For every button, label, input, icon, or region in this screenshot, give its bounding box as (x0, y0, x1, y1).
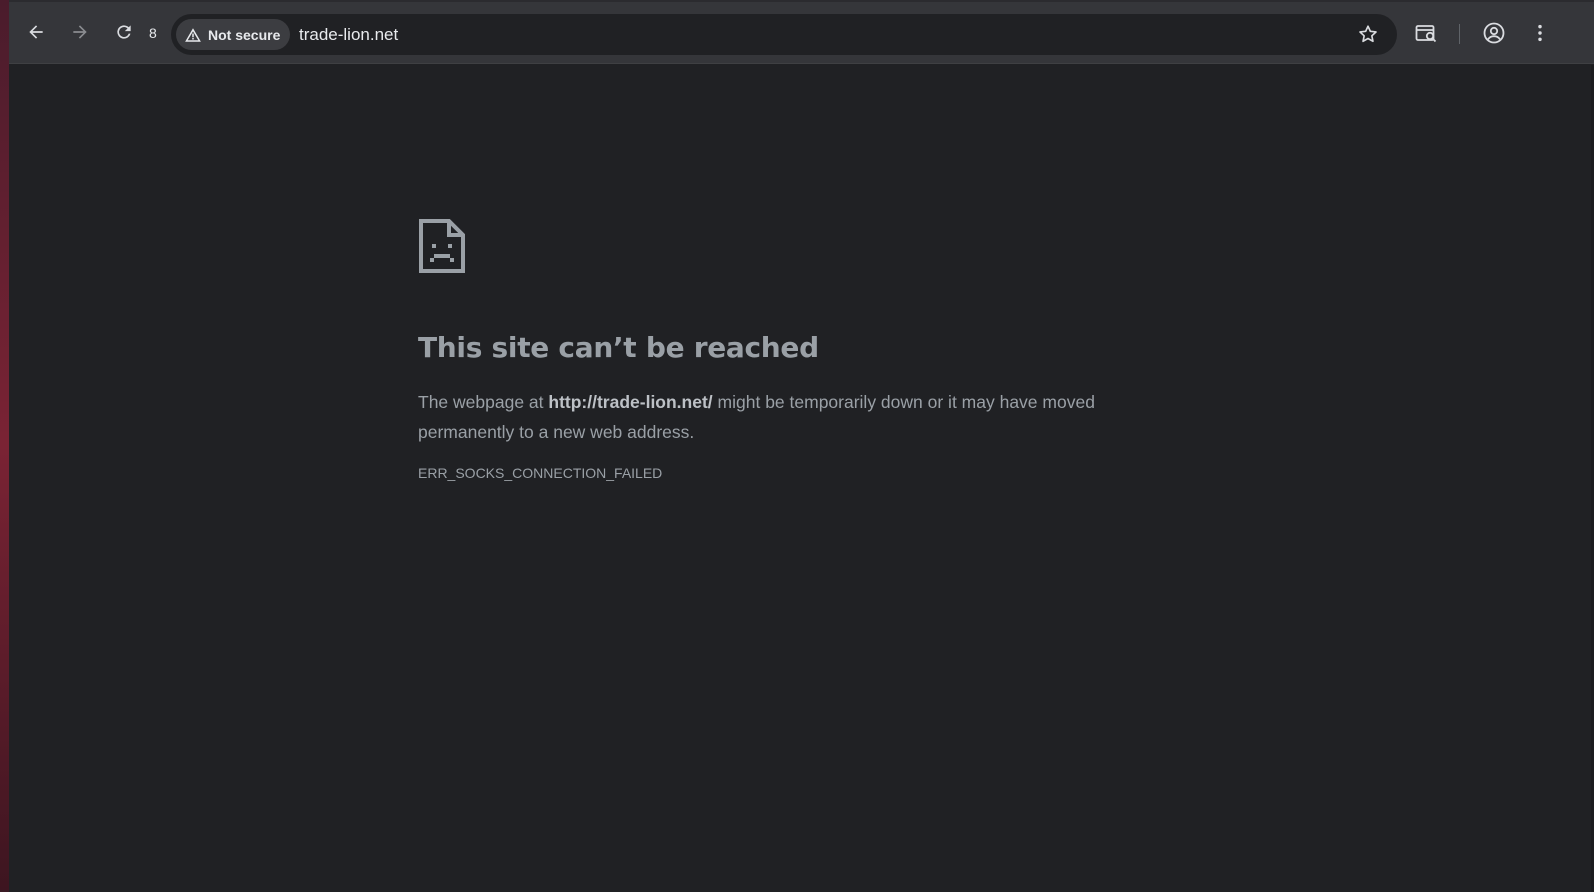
message-url: http://trade-lion.net/ (548, 392, 713, 412)
reload-icon (117, 25, 131, 39)
back-button[interactable] (23, 19, 49, 45)
error-message: The webpage at http://trade-lion.net/ mi… (418, 387, 1178, 447)
bookmark-button[interactable] (1357, 23, 1381, 47)
reload-count: 8 (149, 25, 157, 41)
menu-button[interactable] (1529, 19, 1551, 47)
security-indicator[interactable]: Not secure (176, 19, 290, 50)
arrow-right-icon (73, 25, 87, 39)
error-code: ERR_SOCKS_CONNECTION_FAILED (418, 465, 663, 481)
browser-toolbar: 8 Not secure trade-lion.net (9, 2, 1594, 64)
tab-search-icon (1415, 25, 1437, 43)
arrow-left-icon (29, 25, 43, 39)
more-vertical-icon (1538, 24, 1542, 42)
toolbar-divider (1459, 24, 1460, 44)
message-prefix: The webpage at (418, 392, 549, 412)
browser-window: 8 Not secure trade-lion.net This site ca… (9, 0, 1594, 892)
address-bar[interactable]: Not secure trade-lion.net (171, 14, 1397, 55)
sad-document-icon (419, 219, 465, 273)
profile-button[interactable] (1482, 19, 1506, 47)
account-icon (1483, 22, 1505, 44)
url-text[interactable]: trade-lion.net (299, 25, 398, 45)
desktop-background (0, 0, 9, 890)
reload-button[interactable] (111, 19, 137, 45)
warning-icon (185, 27, 201, 42)
error-headline: This site can’t be reached (418, 331, 819, 364)
page-content: This site can’t be reached The webpage a… (9, 65, 1594, 892)
security-label: Not secure (208, 26, 281, 43)
star-icon (1359, 25, 1377, 43)
tab-search-button[interactable] (1414, 19, 1438, 47)
forward-button[interactable] (67, 19, 93, 45)
